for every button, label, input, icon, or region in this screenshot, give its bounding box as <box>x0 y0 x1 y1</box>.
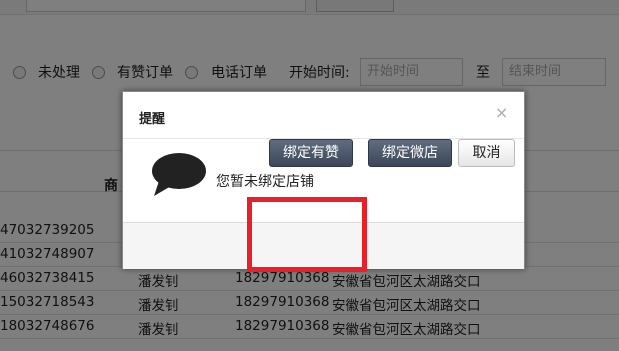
bind-youzan-button[interactable]: 绑定有赞 <box>269 139 353 167</box>
dialog-header: 提醒 × <box>123 92 524 139</box>
speech-bubble-icon <box>152 153 206 196</box>
bind-weidian-button[interactable]: 绑定微店 <box>368 139 452 167</box>
dialog-message: 您暂未绑定店铺 <box>216 174 314 190</box>
dialog-title: 提醒 <box>139 112 166 127</box>
close-icon[interactable]: × <box>495 103 508 122</box>
cancel-button[interactable]: 取消 <box>458 139 515 167</box>
highlight-box <box>247 197 367 272</box>
